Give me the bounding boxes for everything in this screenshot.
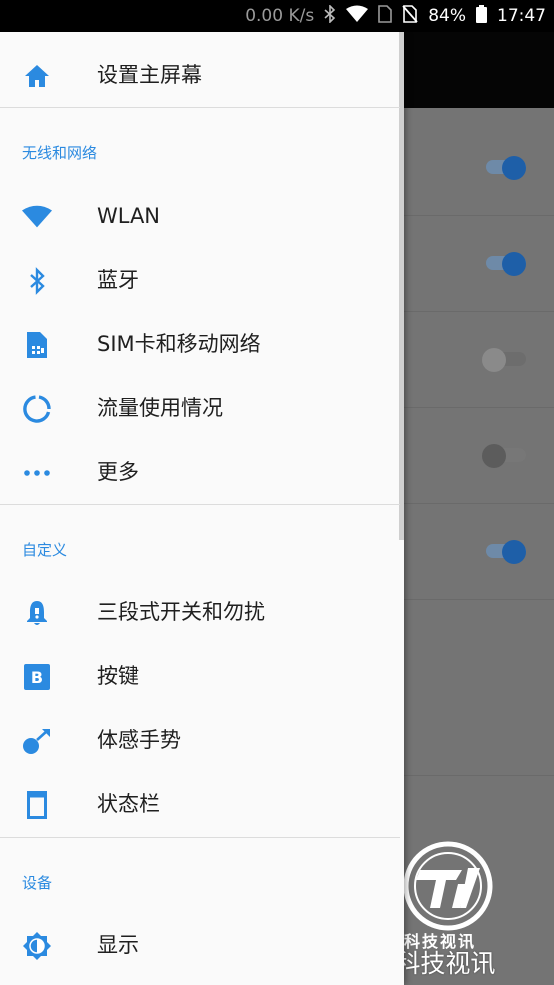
toggle-switch: [486, 156, 526, 180]
section-header-device: 设备: [22, 874, 53, 892]
drawer-item-buttons[interactable]: B 按键: [0, 644, 400, 708]
drawer-item-bluetooth[interactable]: 蓝牙: [0, 248, 400, 312]
drawer-item-label: WLAN: [97, 204, 161, 228]
divider: [0, 504, 400, 505]
drawer-item-label: 更多: [97, 460, 139, 484]
toggle-switch: [482, 444, 526, 468]
bluetooth-status-icon: [324, 3, 336, 28]
buttons-icon: B: [22, 662, 52, 692]
network-speed: 0.00 K/s: [245, 6, 315, 26]
data-usage-icon: [22, 394, 52, 424]
drawer-item-wlan[interactable]: WLAN: [0, 184, 400, 248]
background-row: [404, 312, 554, 408]
drawer-item-label: 流量使用情况: [97, 396, 223, 420]
background-row: [404, 504, 554, 600]
drawer-item-label: 蓝牙: [97, 268, 139, 292]
sim-empty-icon: [378, 4, 393, 28]
watermark-logo: [400, 838, 496, 934]
background-row: [404, 408, 554, 504]
wifi-status-icon: [346, 5, 369, 28]
drawer-item-status-bar[interactable]: 状态栏: [0, 772, 400, 836]
sim-card-icon: [22, 330, 52, 360]
more-dots-icon: [22, 458, 52, 488]
toggle-switch: [486, 252, 526, 276]
drawer-item-label: 设置主屏幕: [97, 63, 202, 87]
drawer-item-label: 按键: [97, 664, 139, 688]
drawer-item-sim-mobile-network[interactable]: SIM卡和移动网络: [0, 312, 400, 376]
no-sim-icon: [402, 4, 418, 28]
divider: [0, 837, 400, 838]
bluetooth-icon: [22, 266, 52, 296]
drawer-item-more[interactable]: 更多: [0, 440, 400, 504]
svg-text:B: B: [31, 668, 43, 687]
drawer-item-home-screen[interactable]: 设置主屏幕: [0, 43, 400, 107]
drawer-item-data-usage[interactable]: 流量使用情况: [0, 376, 400, 440]
toggle-switch: [482, 348, 526, 372]
drawer-item-display[interactable]: 显示: [0, 913, 400, 977]
gesture-icon: [22, 726, 52, 756]
divider: [0, 107, 400, 108]
navigation-drawer: 设置主屏幕 无线和网络 WLAN 蓝牙 SIM卡和移动网络 流量使用情况 更多 …: [0, 32, 404, 985]
status-bar: 0.00 K/s 84% 17:47: [0, 0, 554, 32]
drawer-item-gestures[interactable]: 体感手势: [0, 708, 400, 772]
display-brightness-icon: [22, 931, 52, 961]
home-icon: [22, 61, 52, 91]
drawer-item-alert-slider[interactable]: 三段式开关和勿扰: [0, 580, 400, 644]
background-row: [404, 120, 554, 216]
background-row: [404, 600, 554, 776]
drawer-item-label: 状态栏: [97, 792, 160, 816]
drawer-item-label: 显示: [97, 933, 139, 957]
section-header-wireless: 无线和网络: [22, 144, 98, 162]
background-row: [404, 216, 554, 312]
wifi-icon: [22, 202, 52, 232]
battery-percent: 84%: [428, 6, 466, 26]
toggle-switch: [486, 540, 526, 564]
clock: 17:47: [497, 6, 546, 26]
drawer-item-label: 体感手势: [97, 728, 181, 752]
drawer-item-label: 三段式开关和勿扰: [97, 600, 265, 624]
section-header-customization: 自定义: [22, 541, 68, 559]
alert-slider-icon: [22, 598, 52, 628]
drawer-item-label: SIM卡和移动网络: [97, 332, 261, 356]
status-bar-icon: [22, 790, 52, 820]
battery-icon: [476, 4, 487, 28]
